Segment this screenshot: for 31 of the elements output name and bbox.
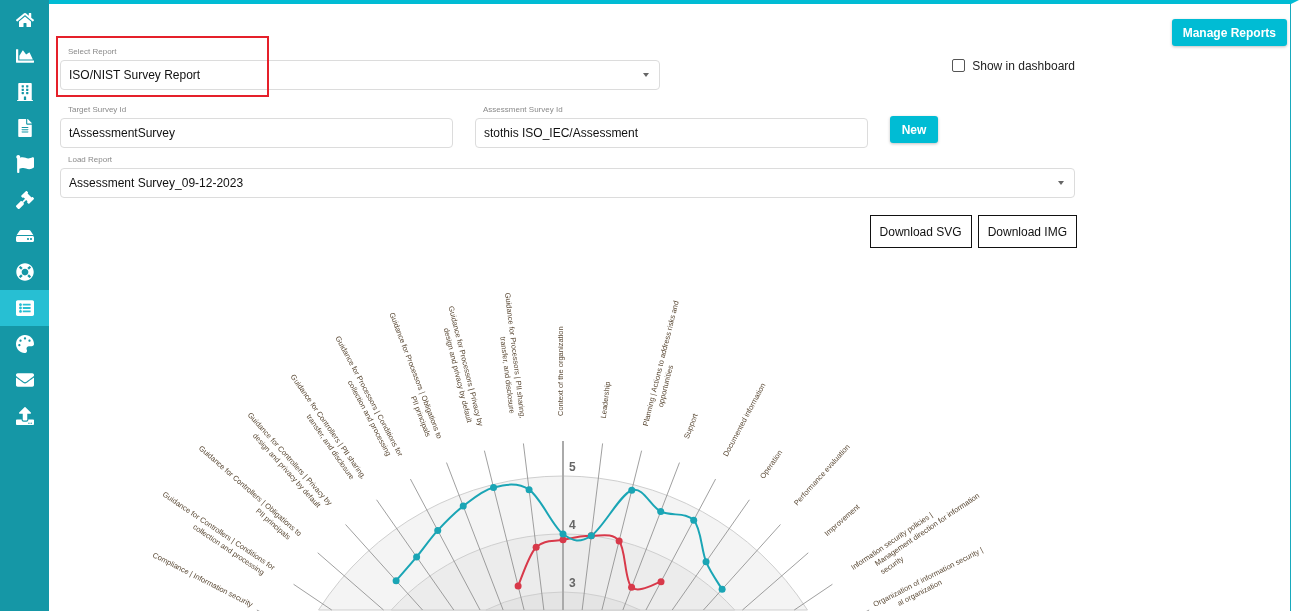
- palette-icon: [15, 335, 34, 353]
- select-field[interactable]: ISO/NIST Survey Report: [60, 60, 660, 90]
- building-icon: [15, 83, 34, 101]
- caret-icon: [1058, 181, 1064, 185]
- show-in-dashboard-checkbox[interactable]: Show in dashboard: [952, 58, 1075, 73]
- drive-icon: [15, 227, 34, 245]
- lifebuoy-icon: [15, 263, 34, 281]
- select-field[interactable]: Assessment Survey_09-12-2023: [60, 168, 1075, 198]
- checkbox-label: Show in dashboard: [972, 58, 1075, 73]
- radial-tick-label: 4: [569, 518, 576, 532]
- radial-tick-label: 3: [569, 576, 576, 590]
- gavel-icon: [15, 191, 34, 209]
- home-icon: [15, 11, 34, 29]
- download-button[interactable]: Download IMG: [977, 215, 1077, 248]
- field-label: Target Survey Id: [68, 105, 127, 115]
- list-icon: [15, 299, 34, 317]
- download-button[interactable]: Download SVG: [869, 215, 972, 248]
- mail-icon: [15, 371, 34, 389]
- caret-icon: [643, 73, 649, 77]
- radial-tick-label: 5: [569, 460, 576, 474]
- area-chart-icon: [15, 47, 34, 65]
- field-label: Load Report: [68, 155, 113, 165]
- flag-icon: [15, 155, 34, 173]
- field-label: Assessment Survey Id: [483, 105, 563, 115]
- input-field[interactable]: tAssessmentSurvey: [60, 118, 453, 148]
- input-field[interactable]: stothis ISO_IEC/Assessment: [475, 118, 868, 148]
- document-icon: [15, 119, 34, 137]
- field-label: Select Report: [68, 47, 117, 57]
- checkbox[interactable]: [952, 59, 966, 72]
- sidebar-item[interactable]: [0, 290, 49, 326]
- upload-icon: [15, 407, 34, 425]
